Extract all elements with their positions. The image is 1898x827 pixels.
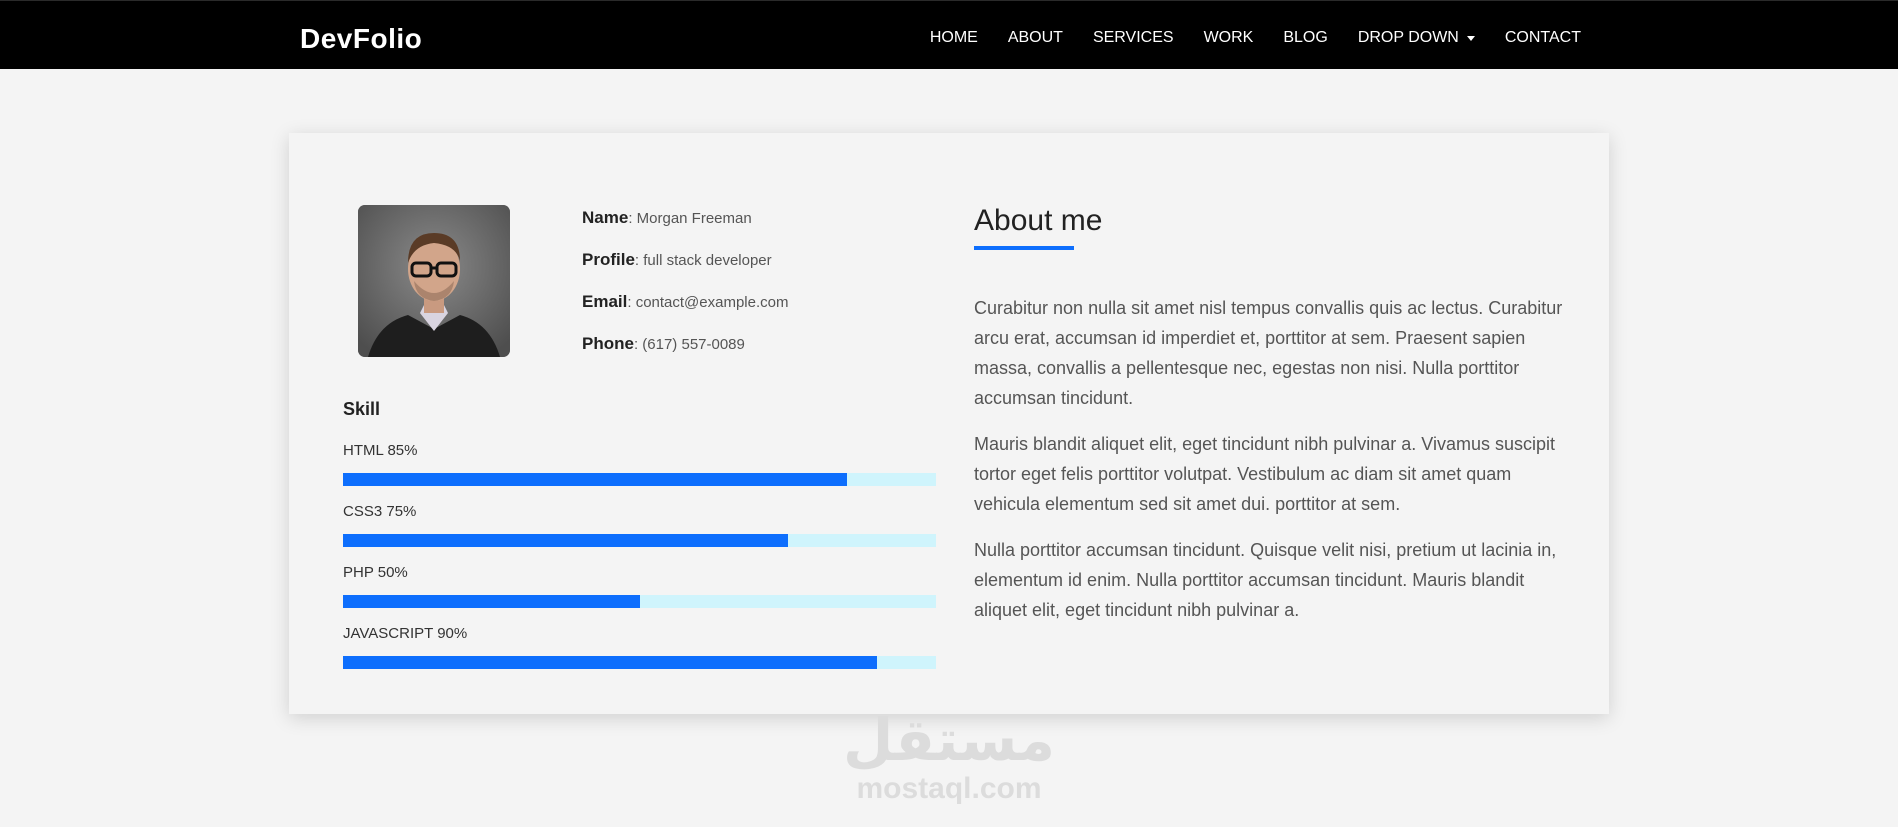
skill-label: PHP 50%	[343, 564, 408, 581]
about-section: About me Curabitur non nulla sit amet ni…	[974, 201, 1564, 641]
progress-track	[343, 656, 936, 669]
skills-list: HTML 85% CSS3 75% PHP 50% JAVASCRIPT 90%	[343, 441, 936, 685]
phone-value: : (617) 557-0089	[633, 336, 745, 353]
title-underline	[974, 246, 1074, 250]
about-paragraph: Curabitur non nulla sit amet nisl tempus…	[974, 298, 1563, 408]
caret-down-icon	[1466, 35, 1475, 41]
about-card: Name: Morgan Freeman Profile: full stack…	[289, 133, 1609, 714]
watermark-arabic: مستقل	[842, 706, 1056, 774]
skill-php: PHP 50%	[343, 563, 936, 624]
nav-blog[interactable]: BLOG	[1283, 29, 1327, 47]
progress-track	[343, 534, 936, 547]
watermark: مستقل mostaql.com	[839, 710, 1059, 806]
info-phone: Phone: (617) 557-0089	[582, 334, 789, 376]
name-value: : Morgan Freeman	[628, 210, 752, 227]
skill-label: JAVASCRIPT 90%	[343, 625, 468, 642]
nav-contact-label: CONTACT	[1504, 29, 1581, 46]
progress-track	[343, 473, 936, 486]
profile-photo-image	[358, 205, 510, 357]
progress-fill	[343, 595, 640, 608]
phone-label: Phone	[582, 334, 634, 353]
progress-fill	[343, 534, 788, 547]
skill-label: CSS3 75%	[343, 503, 417, 520]
brand-logo[interactable]: DevFolio	[300, 23, 422, 55]
nav-blog-label: BLOG	[1283, 29, 1328, 46]
skill-html: HTML 85%	[343, 441, 936, 502]
navbar: DevFolio HOME ABOUT SERVICES WORK BLOG D…	[0, 0, 1898, 69]
progress-track	[343, 595, 936, 608]
nav-services[interactable]: SERVICES	[1093, 29, 1174, 47]
info-profile: Profile: full stack developer	[582, 250, 789, 292]
nav-services-label: SERVICES	[1092, 29, 1174, 46]
profile-photo	[358, 205, 510, 357]
skill-javascript: JAVASCRIPT 90%	[343, 624, 936, 685]
skill-title: Skill	[343, 399, 381, 419]
name-label: Name	[582, 208, 629, 227]
about-paragraph: Nulla porttitor accumsan tincidunt. Quis…	[974, 540, 1557, 620]
nav-dropdown[interactable]: DROP DOWN	[1358, 29, 1475, 47]
nav-home[interactable]: HOME	[930, 29, 978, 47]
nav-home-label: HOME	[929, 29, 978, 46]
email-value: : contact@example.com	[627, 294, 789, 311]
progress-fill	[343, 656, 877, 669]
watermark-latin: mostaql.com	[856, 772, 1042, 805]
nav-dropdown-label: DROP DOWN	[1357, 29, 1459, 46]
nav-about-label: ABOUT	[1007, 29, 1063, 46]
nav-about[interactable]: ABOUT	[1008, 29, 1063, 47]
about-paragraph: Mauris blandit aliquet elit, eget tincid…	[974, 434, 1555, 514]
info-email: Email: contact@example.com	[582, 292, 789, 334]
profile-value: : full stack developer	[634, 252, 772, 269]
info-name: Name: Morgan Freeman	[582, 208, 789, 250]
email-label: Email	[582, 292, 628, 311]
skill-css3: CSS3 75%	[343, 502, 936, 563]
nav-work[interactable]: WORK	[1204, 29, 1254, 47]
nav-work-label: WORK	[1203, 29, 1254, 46]
about-text: Curabitur non nulla sit amet nisl tempus…	[974, 293, 1564, 625]
about-title: About me	[974, 204, 1103, 237]
skill-label: HTML 85%	[343, 442, 418, 459]
progress-fill	[343, 473, 848, 486]
nav-links: HOME ABOUT SERVICES WORK BLOG DROP DOWN …	[930, 29, 1581, 47]
profile-info: Name: Morgan Freeman Profile: full stack…	[582, 208, 789, 376]
nav-contact[interactable]: CONTACT	[1505, 29, 1581, 47]
profile-label: Profile	[582, 250, 635, 269]
